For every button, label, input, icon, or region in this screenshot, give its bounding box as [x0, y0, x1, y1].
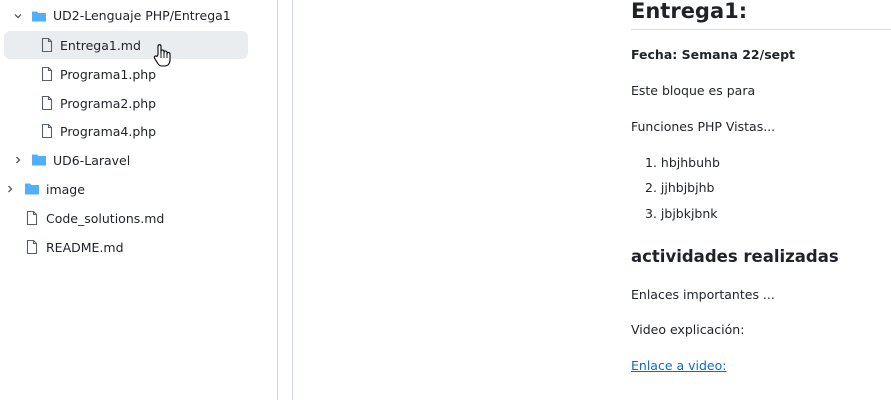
tree-item-code-solutions[interactable]: Code_solutions.md: [0, 204, 277, 232]
file-icon: [39, 95, 55, 111]
file-icon: [24, 210, 40, 226]
paragraph: Video explicación:: [631, 322, 745, 337]
list-number: 2.: [645, 180, 661, 195]
date-line: Fecha: Semana 22/sept: [631, 47, 796, 62]
tree-item-entrega1-md[interactable]: Entrega1.md: [0, 31, 277, 59]
tree-item-label: Programa1.php: [60, 67, 157, 82]
folder-icon: [31, 152, 47, 168]
tree-item-label: UD6-Laravel: [53, 153, 131, 168]
tree-item-programa1[interactable]: Programa1.php: [0, 60, 277, 88]
paragraph: Este bloque es para: [631, 83, 756, 98]
section-heading: actividades realizadas: [631, 247, 839, 266]
tree-item-programa4[interactable]: Programa4.php: [0, 117, 277, 145]
file-icon: [24, 239, 40, 255]
file-icon: [39, 66, 55, 82]
tree-item-label: README.md: [46, 240, 124, 255]
tree-item-programa2[interactable]: Programa2.php: [0, 89, 277, 117]
tree-item-label: Entrega1.md: [60, 38, 141, 53]
document-title: Entrega1:: [631, 0, 748, 23]
tree-item-ud2-folder[interactable]: UD2-Lenguaje PHP/Entrega1: [0, 2, 277, 30]
tree-item-label: UD2-Lenguaje PHP/Entrega1: [53, 8, 231, 23]
list-item-text: hbjhbuhb: [660, 155, 720, 170]
tree-item-ud6-folder[interactable]: UD6-Laravel: [0, 146, 277, 174]
tree-item-readme[interactable]: README.md: [0, 233, 277, 261]
tree-item-label: Programa4.php: [60, 124, 157, 139]
list-item: 3. jbjbkjbnk: [645, 206, 718, 221]
list-item: 1. hbjhbuhb: [645, 155, 720, 170]
hand-cursor-icon: [153, 43, 171, 69]
list-item: 2. jjhbjbjhb: [645, 180, 714, 195]
list-item-text: jbjbkjbnk: [660, 206, 718, 221]
chevron-down-icon[interactable]: [13, 11, 23, 21]
list-number: 3.: [645, 206, 661, 221]
app-root: UD2-Lenguaje PHP/Entrega1 Entrega1.md Pr…: [0, 0, 891, 400]
tree-item-label: Code_solutions.md: [46, 211, 165, 226]
tree-item-label: Programa2.php: [60, 96, 157, 111]
chevron-right-icon[interactable]: [5, 184, 15, 194]
panel-divider[interactable]: [278, 0, 293, 400]
file-icon: [39, 123, 55, 139]
tree-item-label: image: [46, 182, 85, 197]
list-item-text: jjhbjbjhb: [660, 180, 715, 195]
heading-divider: [631, 29, 891, 30]
file-tree-panel: UD2-Lenguaje PHP/Entrega1 Entrega1.md Pr…: [0, 0, 278, 400]
folder-open-icon: [31, 8, 47, 24]
paragraph: Funciones PHP Vistas...: [631, 119, 776, 134]
paragraph: Enlaces importantes ...: [631, 287, 775, 302]
video-link[interactable]: Enlace a video:: [631, 358, 726, 373]
folder-icon: [24, 181, 40, 197]
chevron-right-icon[interactable]: [13, 155, 23, 165]
tree-item-image-folder[interactable]: image: [0, 175, 277, 203]
markdown-preview: Entrega1: Fecha: Semana 22/sept Este blo…: [631, 0, 891, 400]
list-number: 1.: [645, 155, 661, 170]
file-icon: [39, 37, 55, 53]
